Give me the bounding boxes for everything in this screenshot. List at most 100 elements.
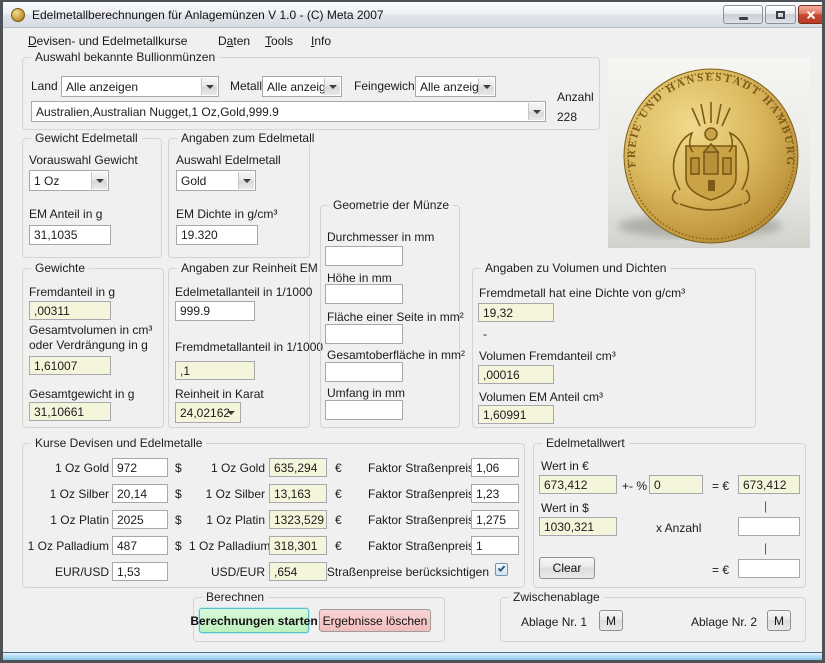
final-eur-input[interactable]: [738, 559, 800, 578]
platin-eur-value: 1323,529: [269, 510, 327, 529]
anzahl-value: 228: [557, 110, 578, 124]
app-window: Edelmetallberechnungen für Anlagemünzen …: [0, 0, 825, 663]
menu-devisen-und-edelmetallkurse[interactable]: Devisen- und Edelmetallkurse: [28, 34, 187, 48]
ablage1-m-button[interactable]: M: [599, 610, 623, 631]
group-reinheit: Angaben zur Reinheit EM Edelmetallanteil…: [168, 261, 323, 428]
group-gewichte: Gewichte Fremdanteil in g ,00311 Gesamtv…: [22, 261, 164, 428]
silber-usd-input[interactable]: 20,14: [112, 484, 168, 503]
group-title: Gewichte: [31, 261, 90, 275]
gold-faktor-input[interactable]: 1,06: [471, 458, 519, 477]
minimize-icon: [738, 16, 748, 20]
group-gewicht-edelmetall: Gewicht Edelmetall Vorauswahl Gewicht 1 …: [22, 131, 162, 258]
percent-input[interactable]: 0: [649, 475, 703, 494]
titlebar[interactable]: Edelmetallberechnungen für Anlagemünzen …: [2, 2, 824, 28]
group-title: Gewicht Edelmetall: [31, 131, 142, 145]
silber-faktor-label: Faktor Straßenpreis: [368, 487, 475, 501]
edelmetall-select-value: Gold: [181, 174, 207, 188]
minimize-button[interactable]: [723, 5, 763, 24]
chevron-down-icon: [201, 78, 217, 95]
vorauswahl-gewicht-label: Vorauswahl Gewicht: [29, 153, 138, 167]
group-title: Geometrie der Münze: [329, 198, 454, 212]
umfang-input[interactable]: [325, 400, 403, 420]
eurusd-input[interactable]: 1,53: [112, 562, 168, 581]
gold-usd-input[interactable]: 972: [112, 458, 168, 477]
feingewicht-select[interactable]: Alle anzeigen: [415, 76, 496, 97]
durchmesser-input[interactable]: [325, 246, 403, 266]
gold-usd-unit: $: [175, 461, 182, 475]
silber-usd-unit: $: [175, 487, 182, 501]
gesamtvolumen-value: 1,61007: [29, 356, 111, 375]
clear-button[interactable]: Clear: [539, 557, 595, 579]
app-icon: [11, 8, 25, 22]
connector-pipe: |: [764, 499, 768, 513]
platin-eur-label: 1 Oz Platin: [206, 513, 265, 527]
oberflaeche-label: Gesamtoberfläche in mm²: [327, 348, 466, 362]
chevron-down-icon: [91, 172, 107, 189]
palladium-faktor-input[interactable]: 1: [471, 536, 519, 555]
palladium-eur-unit: €: [335, 539, 342, 553]
volumen-em-anteil-value: 1,60991: [478, 405, 554, 424]
platin-usd-input[interactable]: 2025: [112, 510, 168, 529]
vorauswahl-gewicht-value: 1 Oz: [34, 174, 60, 188]
palladium-usd-label: 1 Oz Palladium: [27, 539, 109, 553]
x-anzahl-label: x Anzahl: [656, 521, 702, 535]
gold-eur-value: 635,294: [269, 458, 327, 477]
wert-eur-value: 673,412: [539, 475, 617, 494]
palladium-eur-value: 318,301: [269, 536, 327, 555]
menu-info[interactable]: Info: [311, 34, 331, 48]
em-anteil-label: EM Anteil in g: [29, 207, 103, 221]
anzahl-label: Anzahl: [557, 90, 594, 104]
platin-faktor-input[interactable]: 1,275: [471, 510, 519, 529]
land-select[interactable]: Alle anzeigen: [61, 76, 219, 97]
fremdanteil-value: ,00311: [29, 301, 111, 320]
menu-bar: Devisen- und Edelmetallkurse Daten Tools…: [3, 28, 822, 51]
berechnungen-starten-button[interactable]: Berechnungen starten: [190, 608, 318, 633]
volumen-em-anteil-label: Volumen EM Anteil cm³: [479, 390, 604, 404]
anzahl-input[interactable]: [738, 517, 800, 536]
edelmetallanteil-input[interactable]: 999.9: [175, 301, 255, 321]
ablage2-label: Ablage Nr. 2: [691, 615, 758, 629]
strassenpreise-label: Straßenpreise berücksichtigen: [326, 565, 489, 579]
coin-select-value: Australien,Australian Nugget,1 Oz,Gold,9…: [36, 105, 279, 119]
wert-eur-label: Wert in €: [541, 459, 589, 473]
ergebnisse-loeschen-button[interactable]: Ergebnisse löschen: [319, 609, 431, 632]
em-anteil-input[interactable]: 31,1035: [29, 225, 111, 245]
silber-faktor-input[interactable]: 1,23: [471, 484, 519, 503]
menu-daten[interactable]: Daten: [218, 34, 250, 48]
em-dichte-input[interactable]: 19.320: [176, 225, 258, 245]
group-volumen-dichten: Angaben zu Volumen und Dichten Fremdmeta…: [472, 261, 756, 428]
gesamtvolumen-label-line1: Gesamtvolumen in cm³: [29, 323, 153, 337]
close-button[interactable]: [798, 5, 824, 24]
palladium-eur-label: 1 Oz Palladium: [189, 539, 271, 553]
chevron-down-icon: [238, 172, 254, 189]
oberflaeche-input[interactable]: [325, 362, 403, 382]
land-label: Land: [31, 79, 58, 93]
hoehe-input[interactable]: [325, 284, 403, 304]
durchmesser-label: Durchmesser in mm: [327, 230, 435, 244]
group-zwischenablage: Zwischenablage Ablage Nr. 1 M Ablage Nr.…: [500, 590, 806, 642]
reinheit-karat-select[interactable]: 24,02162: [175, 402, 241, 423]
silber-eur-value: 13,163: [269, 484, 327, 503]
menu-tools[interactable]: Tools: [265, 34, 293, 48]
maximize-button[interactable]: [765, 5, 796, 24]
strassenpreise-checkbox[interactable]: [495, 563, 508, 576]
silber-eur-label: 1 Oz Silber: [205, 487, 265, 501]
chevron-down-icon: [528, 103, 544, 120]
group-title: Kurse Devisen und Edelmetalle: [31, 436, 207, 450]
volumen-fremdanteil-value: ,00016: [478, 365, 554, 384]
silber-usd-label: 1 Oz Silber: [49, 487, 109, 501]
group-title: Auswahl bekannte Bullionmünzen: [31, 50, 220, 64]
flaeche-input[interactable]: [325, 324, 403, 344]
platin-usd-unit: $: [175, 513, 182, 527]
group-title: Zwischenablage: [509, 590, 604, 604]
gesamtvolumen-label-line2: oder Verdrängung in g: [29, 338, 148, 352]
coin-select[interactable]: Australien,Australian Nugget,1 Oz,Gold,9…: [31, 101, 546, 122]
usdeur-value: ,654: [269, 562, 327, 581]
edelmetall-select[interactable]: Gold: [176, 170, 256, 191]
metall-select[interactable]: Alle anzeigen: [262, 76, 342, 97]
palladium-usd-input[interactable]: 487: [112, 536, 168, 555]
ablage2-m-button[interactable]: M: [767, 610, 791, 631]
chevron-down-icon: [223, 404, 239, 421]
vorauswahl-gewicht-select[interactable]: 1 Oz: [29, 170, 109, 191]
wert-usd-value: 1030,321: [539, 517, 617, 536]
